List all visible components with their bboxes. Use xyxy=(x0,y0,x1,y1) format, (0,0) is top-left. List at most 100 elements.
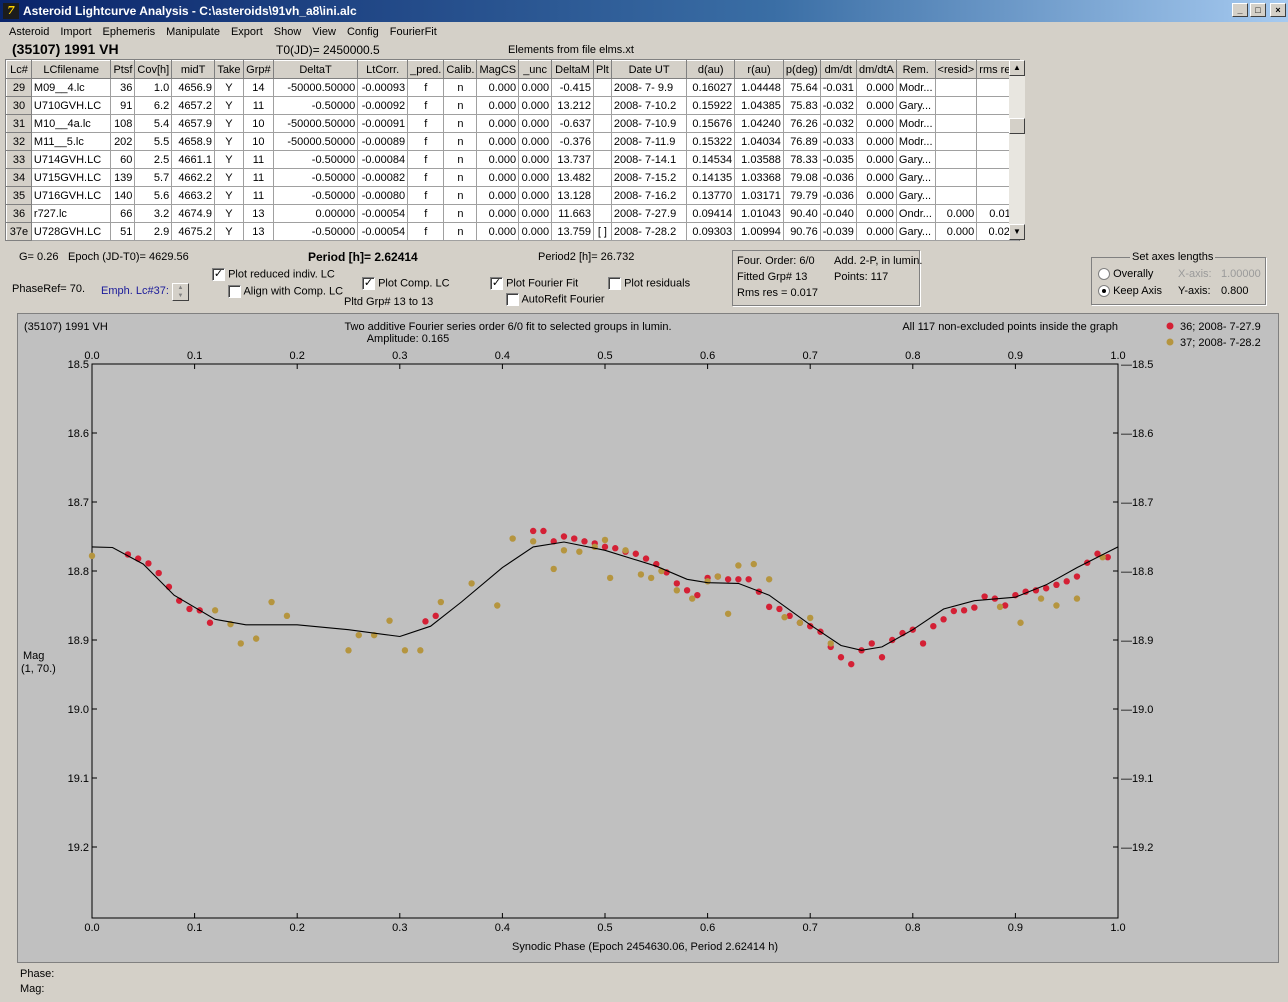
table-cell[interactable]: 140 xyxy=(110,186,136,205)
table-cell[interactable] xyxy=(934,78,978,97)
table-cell[interactable]: -0.036 xyxy=(819,186,857,205)
column-header[interactable]: _unc xyxy=(518,60,553,79)
overally-radio[interactable] xyxy=(1098,268,1110,281)
column-header[interactable]: Rem. xyxy=(895,60,936,79)
table-cell[interactable] xyxy=(592,132,612,151)
table-row[interactable]: 37e U728GVH.LC 51 2.9 4675.2 Y 13 -0.50000 -0.00… xyxy=(6,222,1019,241)
table-cell[interactable]: 0.000 xyxy=(855,150,897,169)
align-checkbox[interactable] xyxy=(228,285,241,298)
table-cell[interactable]: 1.04034 xyxy=(734,132,784,151)
table-cell[interactable]: 0.000 xyxy=(476,78,520,97)
table-cell[interactable]: 0.000 xyxy=(518,204,553,223)
table-cell[interactable]: -0.039 xyxy=(819,222,857,241)
table-cell[interactable]: -0.50000 xyxy=(272,222,359,241)
table-cell[interactable]: -0.032 xyxy=(819,96,857,115)
table-cell[interactable]: Gary... xyxy=(895,186,936,205)
plot-fourier-checkbox[interactable]: ✓ xyxy=(490,277,503,290)
table-cell[interactable]: 90.76 xyxy=(782,222,821,241)
table-cell[interactable]: 0.000 xyxy=(518,168,553,187)
table-cell[interactable]: 2008- 7-16.2 xyxy=(610,186,688,205)
table-cell[interactable]: f xyxy=(407,132,445,151)
column-header[interactable]: DeltaM xyxy=(551,60,594,79)
table-cell[interactable]: 2008- 7-14.1 xyxy=(610,150,688,169)
table-cell[interactable]: 11 xyxy=(242,150,274,169)
table-cell[interactable]: -0.00082 xyxy=(357,168,409,187)
table-cell[interactable]: -0.50000 xyxy=(272,168,359,187)
table-row[interactable]: 33 U714GVH.LC 60 2.5 4661.1 Y 11 -0.50000 -0.000… xyxy=(6,150,1019,169)
column-header[interactable]: Grp# xyxy=(242,60,274,79)
table-cell[interactable]: 0.000 xyxy=(518,222,553,241)
align-option[interactable]: Align with Comp. LC xyxy=(228,285,343,298)
table-cell[interactable] xyxy=(934,186,978,205)
table-cell[interactable]: 0.09303 xyxy=(686,222,736,241)
menu-show[interactable]: Show xyxy=(269,26,308,38)
table-cell[interactable]: 79.08 xyxy=(782,168,821,187)
table-cell[interactable]: 1.00994 xyxy=(734,222,784,241)
table-cell[interactable]: 11.663 xyxy=(551,204,594,223)
table-cell[interactable]: 1.01043 xyxy=(734,204,784,223)
table-cell[interactable]: -0.035 xyxy=(819,150,857,169)
table-cell[interactable]: 4657.2 xyxy=(171,96,215,115)
table-cell[interactable] xyxy=(934,96,978,115)
column-header[interactable]: LCfilename xyxy=(30,60,112,79)
table-row[interactable]: 36 r727.lc 66 3.2 4674.9 Y 13 0.00000 -0.00054 f n… xyxy=(6,204,1019,223)
table-cell[interactable]: -0.00093 xyxy=(357,78,409,97)
table-cell[interactable]: -0.00089 xyxy=(357,132,409,151)
table-cell[interactable]: 0.000 xyxy=(518,150,553,169)
table-cell[interactable]: 0.14135 xyxy=(686,168,736,187)
table-cell[interactable]: Gary... xyxy=(895,222,936,241)
table-cell[interactable]: 0.15322 xyxy=(686,132,736,151)
table-cell[interactable]: 5.6 xyxy=(134,186,173,205)
table-cell[interactable]: Y xyxy=(213,150,244,169)
table-cell[interactable] xyxy=(592,78,612,97)
table-cell[interactable]: 66 xyxy=(110,204,136,223)
row-number[interactable]: 30 xyxy=(6,96,32,115)
row-number[interactable]: 29 xyxy=(6,78,32,97)
table-cell[interactable]: 0.000 xyxy=(855,96,897,115)
table-cell[interactable]: f xyxy=(407,186,445,205)
table-cell[interactable]: 4656.9 xyxy=(171,78,215,97)
table-cell[interactable]: 91 xyxy=(110,96,136,115)
table-cell[interactable]: 2008- 7-10.2 xyxy=(610,96,688,115)
menu-asteroid[interactable]: Asteroid xyxy=(4,26,55,38)
scroll-thumb[interactable] xyxy=(1009,118,1025,134)
menu-config[interactable]: Config xyxy=(342,26,385,38)
table-cell[interactable]: -50000.50000 xyxy=(272,132,359,151)
table-cell[interactable]: 76.26 xyxy=(782,114,821,133)
menu-manipulate[interactable]: Manipulate xyxy=(161,26,226,38)
table-row[interactable]: 31 M10__4a.lc 108 5.4 4657.9 Y 10 -50000.50000-… xyxy=(6,114,1019,133)
table-cell[interactable]: 108 xyxy=(110,114,136,133)
table-cell[interactable]: -0.031 xyxy=(819,78,857,97)
table-cell[interactable]: 2008- 7-28.2 xyxy=(610,222,688,241)
table-cell[interactable]: -0.637 xyxy=(551,114,594,133)
table-cell[interactable]: U716GVH.LC xyxy=(30,186,112,205)
table-cell[interactable]: -0.036 xyxy=(819,168,857,187)
table-cell[interactable]: 1.0 xyxy=(134,78,173,97)
table-cell[interactable]: 75.83 xyxy=(782,96,821,115)
table-row[interactable]: 32 M11__5.lc 202 5.5 4658.9 Y 10 -50000.50000 -0… xyxy=(6,132,1019,151)
table-cell[interactable]: -50000.50000 xyxy=(272,114,359,133)
table-cell[interactable]: f xyxy=(407,204,445,223)
table-cell[interactable]: 4662.2 xyxy=(171,168,215,187)
table-cell[interactable]: 0.000 xyxy=(855,78,897,97)
table-cell[interactable]: n xyxy=(443,150,478,169)
table-cell[interactable]: Y xyxy=(213,222,244,241)
table-cell[interactable]: -0.50000 xyxy=(272,186,359,205)
table-cell[interactable]: -0.00080 xyxy=(357,186,409,205)
table-cell[interactable]: 0.000 xyxy=(476,168,520,187)
table-cell[interactable]: r727.lc xyxy=(30,204,112,223)
table-cell[interactable]: 1.04240 xyxy=(734,114,784,133)
table-cell[interactable]: 0.000 xyxy=(518,186,553,205)
table-cell[interactable] xyxy=(934,150,978,169)
table-cell[interactable]: f xyxy=(407,114,445,133)
table-cell[interactable] xyxy=(592,114,612,133)
table-cell[interactable]: 10 xyxy=(242,114,274,133)
table-cell[interactable]: -0.376 xyxy=(551,132,594,151)
table-cell[interactable]: Gary... xyxy=(895,150,936,169)
plot-fourier-option[interactable]: ✓ Plot Fourier Fit xyxy=(490,277,578,290)
table-cell[interactable]: 79.79 xyxy=(782,186,821,205)
table-cell[interactable]: 0.16027 xyxy=(686,78,736,97)
table-cell[interactable]: n xyxy=(443,78,478,97)
table-cell[interactable]: 0.09414 xyxy=(686,204,736,223)
table-cell[interactable]: Y xyxy=(213,186,244,205)
